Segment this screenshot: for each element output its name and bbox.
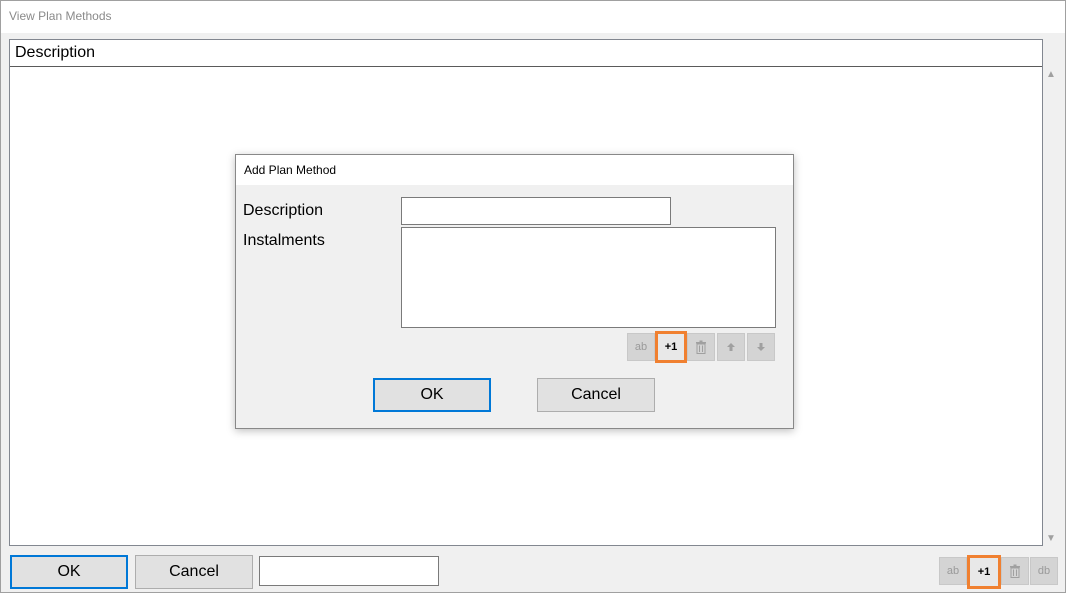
description-label: Description xyxy=(243,202,324,219)
edit-icon[interactable]: ab xyxy=(939,557,967,585)
dialog-cancel-label: Cancel xyxy=(571,386,621,403)
footer-text-field[interactable] xyxy=(259,556,439,586)
column-header-label: Description xyxy=(15,44,96,61)
dialog-trash-icon-glyph xyxy=(696,340,706,354)
dialog-title-bar: Add Plan Method xyxy=(236,155,793,185)
trash-icon[interactable] xyxy=(1001,557,1029,585)
dialog-trash-icon[interactable] xyxy=(687,333,715,361)
dialog-ok-label: OK xyxy=(420,386,444,403)
db-icon-label: db xyxy=(1037,565,1051,577)
add-one-button[interactable]: +1 xyxy=(967,555,1001,589)
dialog-add-one-label: +1 xyxy=(664,341,678,353)
cancel-button[interactable]: Cancel xyxy=(135,555,253,589)
database-icon[interactable]: db xyxy=(1030,557,1058,585)
window-title: View Plan Methods xyxy=(9,9,112,23)
move-up-icon[interactable] xyxy=(717,333,745,361)
scroll-down-icon[interactable]: ▼ xyxy=(1043,531,1059,547)
ok-button[interactable]: OK xyxy=(10,555,128,589)
trash-icon-glyph xyxy=(1010,564,1020,578)
scroll-up-icon[interactable]: ▲ xyxy=(1043,67,1059,83)
dialog-title: Add Plan Method xyxy=(244,163,337,177)
instalments-label: Instalments xyxy=(243,232,325,249)
title-bar: View Plan Methods xyxy=(1,1,1065,33)
vertical-scrollbar[interactable]: ▲ ▼ xyxy=(1043,67,1059,547)
edit-icon-label: ab xyxy=(946,565,960,577)
add-plan-method-dialog: Add Plan Method Description Instalments … xyxy=(235,154,794,429)
column-header-description[interactable]: Description xyxy=(10,40,1042,67)
description-input[interactable] xyxy=(401,197,671,225)
arrow-down-icon xyxy=(757,343,765,351)
main-window: View Plan Methods Description ▲ ▼ OK Can… xyxy=(0,0,1066,593)
cancel-button-label: Cancel xyxy=(169,563,219,580)
ok-button-label: OK xyxy=(57,563,81,580)
arrow-up-icon xyxy=(727,343,735,351)
dialog-cancel-button[interactable]: Cancel xyxy=(537,378,655,412)
add-one-label: +1 xyxy=(977,566,991,578)
dialog-ok-button[interactable]: OK xyxy=(373,378,491,412)
dialog-edit-icon-label: ab xyxy=(634,341,648,353)
dialog-add-one-button[interactable]: +1 xyxy=(655,331,687,363)
instalments-list[interactable] xyxy=(401,227,776,328)
dialog-edit-icon[interactable]: ab xyxy=(627,333,655,361)
move-down-icon[interactable] xyxy=(747,333,775,361)
